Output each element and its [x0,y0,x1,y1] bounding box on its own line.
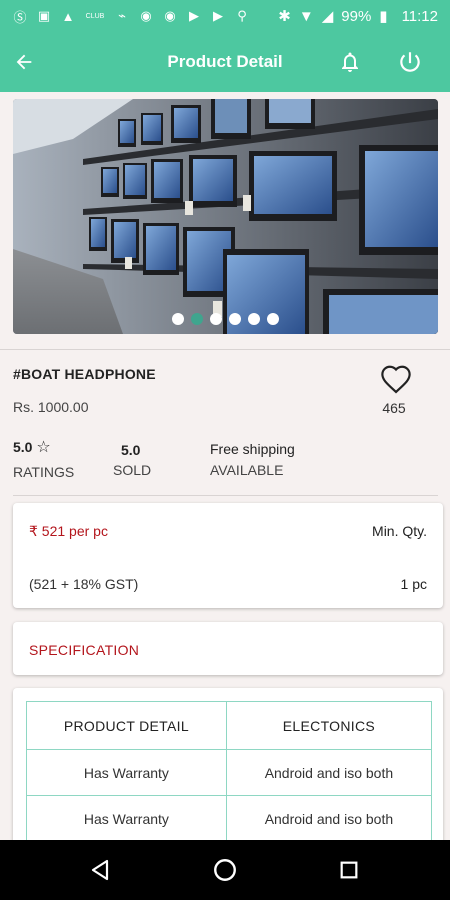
price-per-piece: ₹ 521 per pc [29,523,108,539]
carousel-dot[interactable] [248,313,260,325]
rating-stat: 5.0 ☆ [13,437,51,457]
table-row: Has Warranty Android and iso both [26,749,433,796]
rating-value: 5.0 [13,439,33,455]
status-bar: Ⓢ ▣ ▲ CLUB ⌁ ◉ ◉ ▶ ▶ ⚲ ✱ ▼ ◢ 99% ▮ 11:12 [0,0,450,32]
nav-home-button[interactable] [209,854,241,886]
app-bar: Product Detail [0,32,450,92]
nav-recents-button[interactable] [333,854,365,886]
bell-icon [342,52,358,72]
product-image [13,99,438,334]
clock: 11:12 [401,7,438,25]
bluetooth-icon: ✱ [278,8,291,25]
specification-title: SPECIFICATION [29,642,140,658]
location-icon: ⚲ [237,8,247,23]
system-icons: ✱ ▼ ◢ 99% ▮ 11:12 [278,7,438,26]
circle-icon: ◉ [140,8,152,23]
table-cell: Has Warranty [26,795,227,842]
shipping-value: Free shipping [210,441,295,457]
notifications-button[interactable] [332,44,368,80]
table-cell: Android and iso both [225,749,433,796]
min-qty-label: Min. Qty. [372,523,427,539]
notification-icons: Ⓢ ▣ ▲ CLUB ⌁ ◉ ◉ ▶ ▶ ⚲ [12,8,250,25]
signal-icon: ◢ [321,8,334,25]
likes-count: 465 [382,400,406,416]
logout-button[interactable] [392,44,428,80]
sold-label: SOLD [113,462,152,478]
carousel-dot[interactable] [172,313,184,325]
circle-icon: ◉ [164,8,176,23]
nav-back-button[interactable] [84,854,116,886]
product-image-carousel[interactable] [13,99,438,334]
rating-label: RATINGS [13,464,75,480]
shipping-label: AVAILABLE [210,462,284,478]
carousel-dot[interactable] [229,313,241,325]
circle-home-icon [214,859,236,881]
divider [0,349,450,350]
product-price: Rs. 1000.00 [13,399,89,415]
skype-icon: Ⓢ [13,9,27,25]
page-title: Product Detail [167,52,283,71]
divider [13,495,438,496]
table-row: Has Warranty Android and iso both [26,795,433,842]
sold-value: 5.0 [121,442,141,458]
usb-icon: ⌁ [118,8,126,23]
min-qty-value: 1 pc [400,576,427,592]
gallery-icon: ▣ [37,8,51,23]
star-icon: ☆ [36,439,51,456]
square-recents-icon [340,861,358,879]
table-header-row: PRODUCT DETAIL ELECTONICS [26,701,433,750]
table-cell: Has Warranty [26,749,227,796]
battery-icon: ▮ [379,8,388,25]
table-header-cell: PRODUCT DETAIL [26,701,227,750]
table-header-cell: ELECTONICS [225,701,433,750]
product-name: #BOAT HEADPHONE [13,366,156,382]
play-store-icon: ▶ [213,8,223,23]
arrow-left-icon [16,54,32,70]
spec-table-card: PRODUCT DETAIL ELECTONICS Has Warranty A… [13,688,443,888]
warning-icon: ▲ [61,8,75,24]
favorite-button[interactable] [379,364,415,396]
wifi-icon: ▼ [298,7,314,25]
play-store-icon: ▶ [189,8,199,23]
carousel-dot-active[interactable] [191,313,203,325]
club-icon: CLUB [85,12,105,20]
triangle-back-icon [91,859,109,881]
specification-card[interactable]: SPECIFICATION [13,622,443,675]
battery-percent: 99% [341,7,372,25]
power-icon [400,52,420,72]
back-button[interactable] [6,44,42,80]
heart-icon [381,365,411,394]
carousel-dot[interactable] [267,313,279,325]
table-cell: Android and iso both [225,795,433,842]
carousel-dot[interactable] [210,313,222,325]
gst-breakdown: (521 + 18% GST) [29,576,139,592]
pricing-card: ₹ 521 per pc Min. Qty. (521 + 18% GST) 1… [13,503,443,608]
carousel-indicator [13,313,438,325]
system-nav-bar [0,840,450,900]
